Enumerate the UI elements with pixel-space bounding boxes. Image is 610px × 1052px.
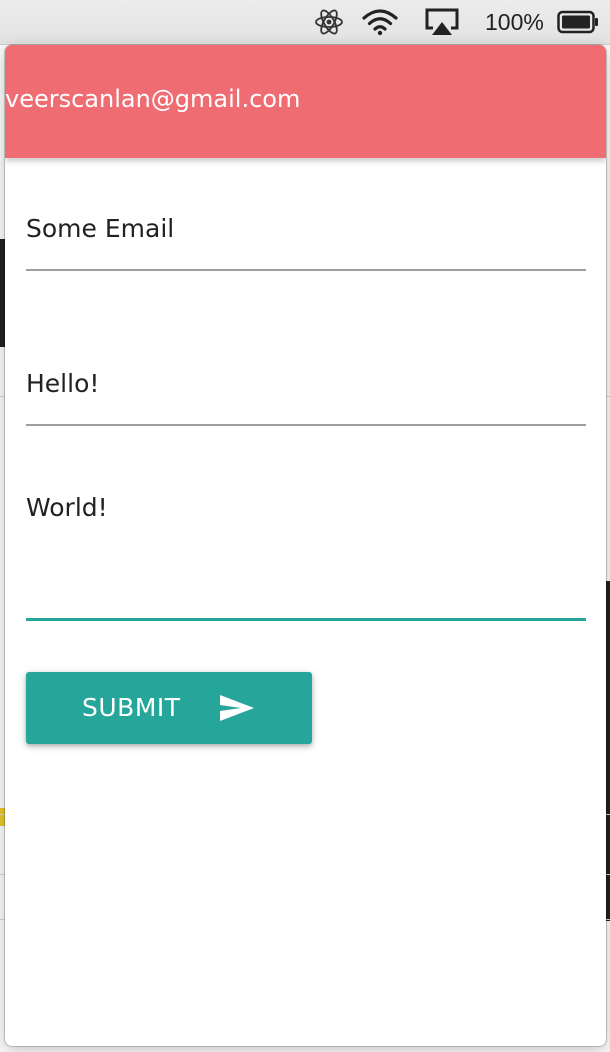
subject-field[interactable]	[26, 363, 586, 403]
subject-field-group	[26, 363, 586, 427]
email-field[interactable]	[26, 208, 586, 248]
message-field[interactable]: World!	[26, 488, 586, 598]
message-field-group: World!	[26, 488, 586, 623]
account-email: veerscanlan@gmail.com	[5, 85, 301, 113]
battery-percentage: 100%	[485, 9, 544, 35]
message-field-underline	[26, 618, 586, 621]
subject-field-underline	[26, 424, 586, 426]
wifi-icon[interactable]	[360, 6, 400, 38]
email-field-underline	[26, 269, 586, 271]
submit-button-label: SUBMIT	[82, 693, 181, 722]
menu-bar: 100%	[0, 0, 610, 45]
extension-popup: veerscanlan@gmail.com World! SUBMIT	[5, 45, 606, 1046]
battery-icon[interactable]	[556, 6, 600, 38]
submit-button[interactable]: SUBMIT	[26, 672, 312, 744]
send-icon	[220, 695, 254, 721]
airplay-icon[interactable]	[422, 6, 462, 38]
popup-header: veerscanlan@gmail.com	[5, 45, 606, 158]
email-field-group	[26, 208, 586, 272]
atom-icon[interactable]	[312, 6, 346, 38]
